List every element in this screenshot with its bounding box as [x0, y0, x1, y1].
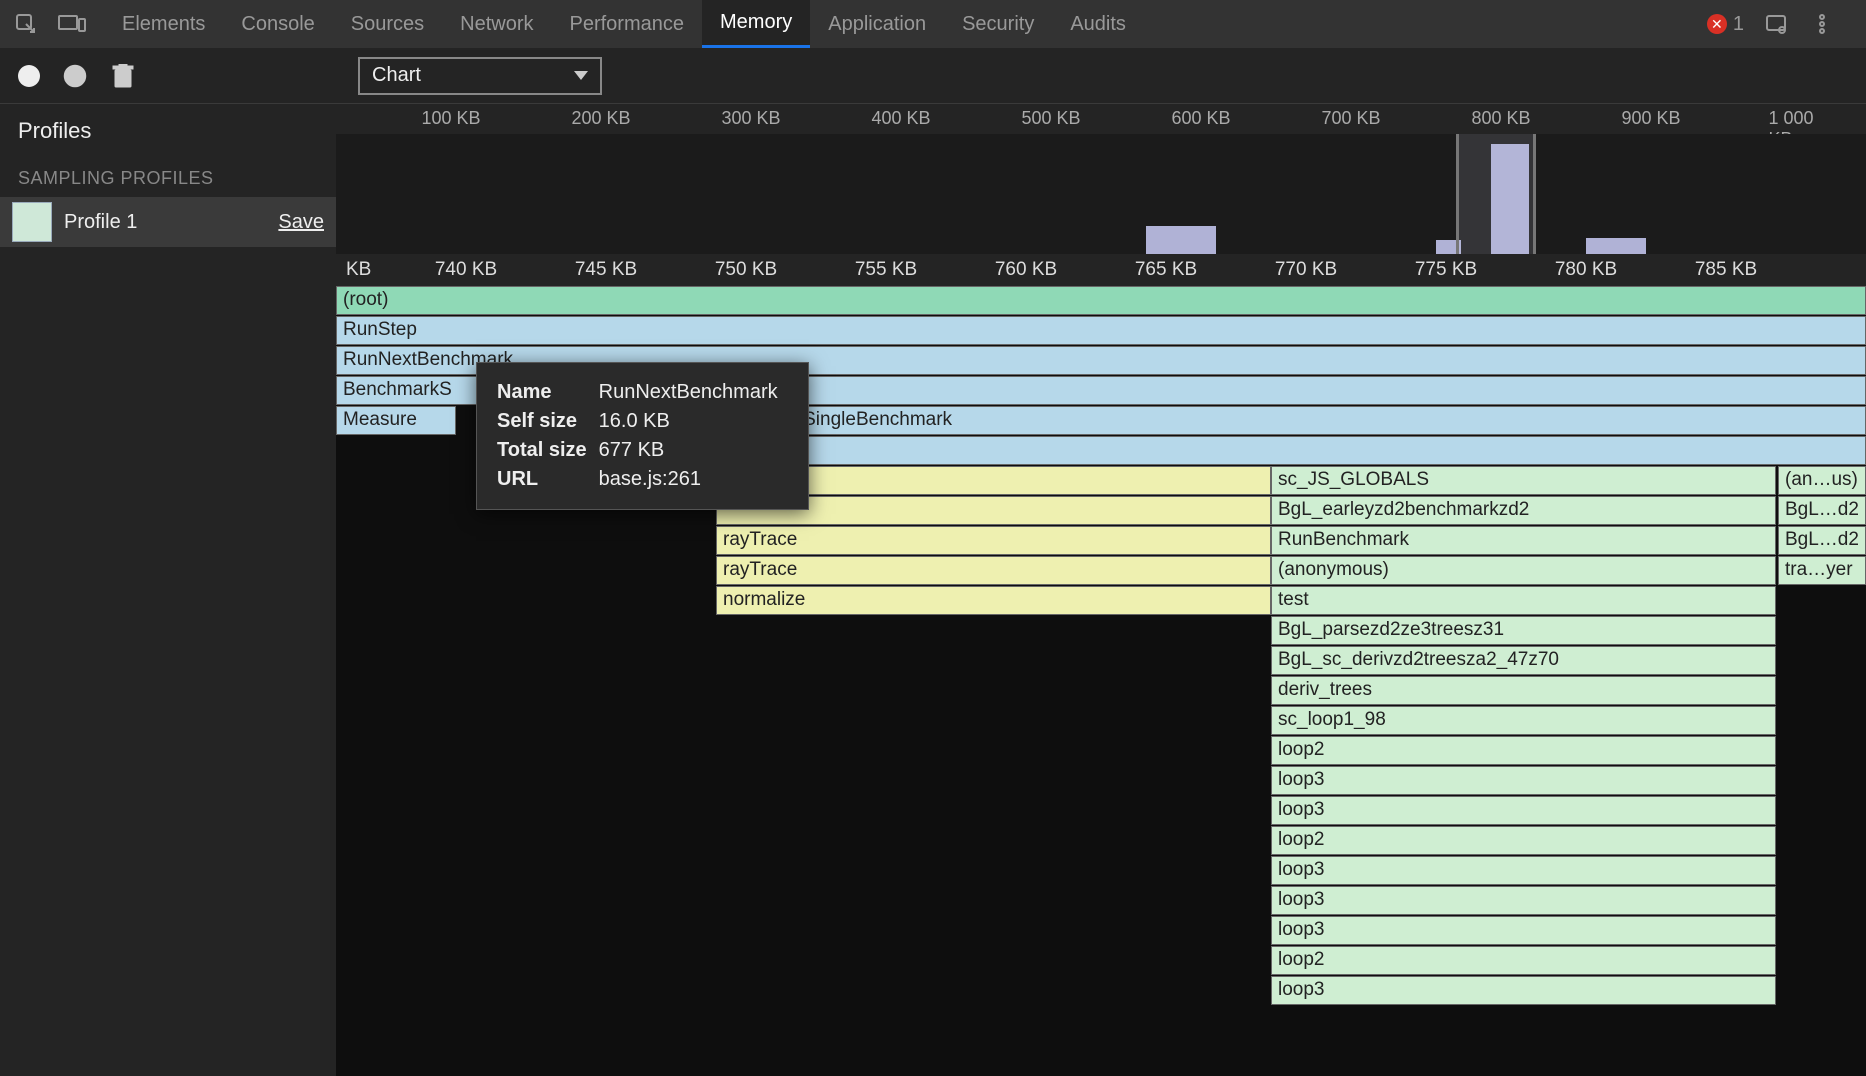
overview-bar: [1146, 226, 1216, 254]
tab-security[interactable]: Security: [944, 0, 1052, 48]
tab-memory[interactable]: Memory: [702, 0, 810, 48]
flame-frame[interactable]: tra…yer: [1778, 556, 1866, 585]
flame-frame[interactable]: RunStep: [336, 316, 1866, 345]
flame-frame[interactable]: rayTrace: [716, 526, 1271, 555]
flame-frame[interactable]: test: [1271, 586, 1776, 615]
tab-console[interactable]: Console: [223, 0, 332, 48]
console-drawer-icon[interactable]: [1762, 10, 1790, 38]
inspect-icon[interactable]: [12, 10, 40, 38]
flame-frame[interactable]: (anonymous): [1271, 556, 1776, 585]
memory-toolbar: Chart: [0, 48, 1866, 104]
overview-bar: [1586, 238, 1646, 254]
tab-audits[interactable]: Audits: [1052, 0, 1144, 48]
error-badge[interactable]: ✕ 1: [1707, 13, 1744, 36]
flame-frame[interactable]: loop3: [1271, 916, 1776, 945]
flame-chart[interactable]: (root) RunStep RunNextBenchmark Benchmar…: [336, 286, 1866, 1076]
device-icon[interactable]: [58, 10, 86, 38]
flame-frame[interactable]: sc_loop1_98: [1271, 706, 1776, 735]
flame-frame[interactable]: loop2: [1271, 946, 1776, 975]
dropdown-icon: [574, 71, 588, 80]
overview-bars[interactable]: [336, 134, 1866, 254]
flame-frame[interactable]: BgL_sc_derivzd2treesza2_47z70: [1271, 646, 1776, 675]
overview-ruler: 100 KB 200 KB 300 KB 400 KB 500 KB 600 K…: [336, 104, 1866, 134]
flame-frame[interactable]: Measure: [336, 406, 456, 435]
flame-frame[interactable]: loop2: [1271, 826, 1776, 855]
flame-frame[interactable]: normalize: [716, 586, 1271, 615]
profiles-sidebar: Profiles SAMPLING PROFILES Profile 1 Sav…: [0, 104, 336, 1076]
flame-frame[interactable]: [756, 436, 1866, 465]
flame-frame[interactable]: BgL…d2: [1778, 526, 1866, 555]
tab-performance[interactable]: Performance: [552, 0, 703, 48]
tab-application[interactable]: Application: [810, 0, 944, 48]
tab-elements[interactable]: Elements: [104, 0, 223, 48]
flame-frame[interactable]: loop2: [1271, 736, 1776, 765]
tab-network[interactable]: Network: [442, 0, 551, 48]
clear-button[interactable]: [62, 63, 88, 89]
detail-ruler: KB 740 KB 745 KB 750 KB 755 KB 760 KB 76…: [336, 254, 1866, 286]
tab-sources[interactable]: Sources: [333, 0, 442, 48]
flame-frame[interactable]: rayTrace: [716, 556, 1271, 585]
flame-frame[interactable]: RunBenchmark: [1271, 526, 1776, 555]
flame-frame[interactable]: loop3: [1271, 766, 1776, 795]
flame-frame[interactable]: loop3: [1271, 976, 1776, 1005]
flame-frame[interactable]: .RunSingleBenchmark: [756, 406, 1866, 435]
profile-thumb-icon: [12, 202, 52, 242]
view-select[interactable]: Chart: [358, 57, 602, 95]
flame-frame[interactable]: (an…us): [1778, 466, 1866, 495]
view-select-value: Chart: [372, 64, 421, 87]
kebab-icon[interactable]: [1808, 10, 1836, 38]
error-count: 1: [1733, 13, 1744, 36]
flame-frame[interactable]: loop3: [1271, 796, 1776, 825]
flame-frame[interactable]: sc_JS_GLOBALS: [1271, 466, 1776, 495]
flame-frame[interactable]: loop3: [1271, 856, 1776, 885]
profile-save-link[interactable]: Save: [278, 211, 324, 234]
flame-frame[interactable]: BgL_earleyzd2benchmarkzd2: [1271, 496, 1776, 525]
flame-frame[interactable]: deriv_trees: [1271, 676, 1776, 705]
delete-button[interactable]: [110, 63, 136, 89]
profile-item[interactable]: Profile 1 Save: [0, 197, 336, 247]
overview-selection[interactable]: [1456, 134, 1536, 254]
flame-frame[interactable]: mark: [756, 376, 1866, 405]
devtools-tabbar: Elements Console Sources Network Perform…: [0, 0, 1866, 48]
flame-frame[interactable]: loop3: [1271, 886, 1776, 915]
sidebar-header: Profiles: [0, 104, 336, 158]
flame-frame[interactable]: BgL_parsezd2ze3treesz31: [1271, 616, 1776, 645]
record-button[interactable]: [18, 65, 40, 87]
sidebar-group-label: SAMPLING PROFILES: [0, 158, 336, 197]
frame-tooltip: NameRunNextBenchmark Self size16.0 KB To…: [476, 362, 809, 510]
flame-frame[interactable]: (root): [336, 286, 1866, 315]
flame-frame[interactable]: BgL…d2: [1778, 496, 1866, 525]
error-icon: ✕: [1707, 14, 1727, 34]
profile-name: Profile 1: [64, 211, 266, 234]
chart-main[interactable]: 100 KB 200 KB 300 KB 400 KB 500 KB 600 K…: [336, 104, 1866, 1076]
